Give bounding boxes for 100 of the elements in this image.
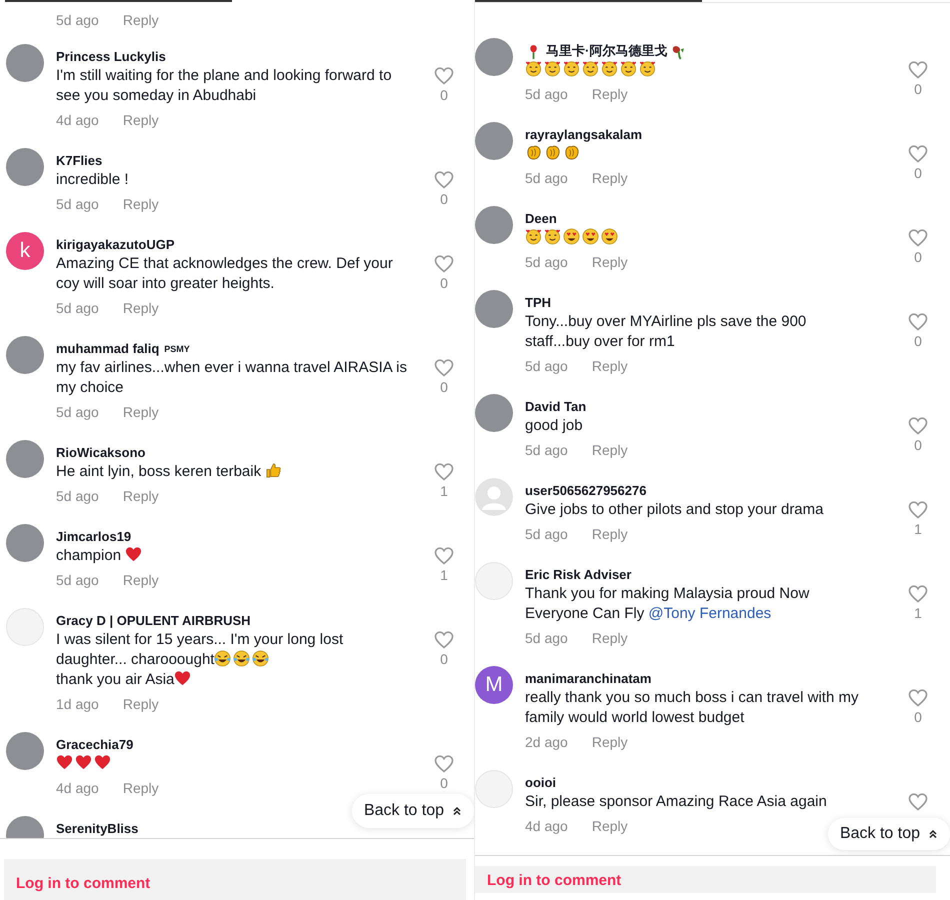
like-heart-icon[interactable] xyxy=(434,462,454,482)
username[interactable]: RioWicaksono xyxy=(56,444,146,462)
heart-icon xyxy=(56,754,73,771)
username[interactable]: Deen xyxy=(525,210,557,228)
photo-placeholder[interactable] xyxy=(475,122,513,160)
username[interactable]: SerenityBliss xyxy=(56,820,138,838)
like-heart-icon[interactable] xyxy=(908,688,928,708)
mention-link[interactable]: @Tony Fernandes xyxy=(648,605,772,622)
username[interactable]: rayraylangsakalam xyxy=(525,126,642,144)
username[interactable]: kirigayakazutoUGP xyxy=(56,236,174,254)
photo-placeholder[interactable] xyxy=(475,290,513,328)
reply-link[interactable]: Reply xyxy=(592,356,628,376)
comment-text: I was silent for 15 years... I'm your long lost daughter... charooought thank you air Asia xyxy=(56,630,344,690)
comment-text: good job xyxy=(525,416,584,436)
photo-placeholder[interactable] xyxy=(475,394,513,432)
like-heart-icon[interactable] xyxy=(908,144,928,164)
comment-text: Sir, please sponsor Amazing Race Asia again xyxy=(525,792,828,812)
reply-link[interactable]: Reply xyxy=(592,440,628,460)
like-heart-icon[interactable] xyxy=(434,546,454,566)
username[interactable]: muhammad faliq xyxy=(56,340,160,358)
comment-text: Thank you for making Malaysia proud Now Everyone Can Fly @Tony Fernandes xyxy=(525,584,810,624)
username[interactable]: Gracy D | OPULENT AIRBRUSH xyxy=(56,612,251,630)
username[interactable]: TPH xyxy=(525,294,551,312)
reply-link[interactable]: Reply xyxy=(592,628,628,648)
photo-placeholder[interactable] xyxy=(6,440,44,478)
reply-link[interactable]: Reply xyxy=(592,84,628,104)
laughing-face-icon xyxy=(233,650,250,667)
like-count: 0 xyxy=(440,274,448,292)
like-count: 0 xyxy=(440,378,448,396)
heart-eyes-face-icon xyxy=(601,228,618,245)
login-to-comment-bar[interactable]: Log in to comment xyxy=(475,866,936,893)
like-heart-icon[interactable] xyxy=(908,500,928,520)
photo-placeholder[interactable] xyxy=(475,38,513,76)
like-heart-icon[interactable] xyxy=(434,358,454,378)
username[interactable]: Gracechia79 xyxy=(56,736,134,754)
like-heart-icon[interactable] xyxy=(434,630,454,650)
like-heart-icon[interactable] xyxy=(434,254,454,274)
comment-text: really thank you so much boss i can travel with my family would world lowest budget xyxy=(525,688,860,728)
photo-placeholder[interactable] xyxy=(6,524,44,562)
letter-avatar[interactable]: M xyxy=(475,666,513,704)
comment-text: I'm still waiting for the plane and looking forward to see you someday in Abudhabi xyxy=(56,66,393,106)
photo-placeholder[interactable] xyxy=(6,732,44,770)
back-to-top-button[interactable]: Back to top xyxy=(352,794,474,828)
like-count: 0 xyxy=(440,774,448,792)
comment-time: 5d ago xyxy=(56,10,99,30)
username[interactable]: manimaranchinatam xyxy=(525,670,652,688)
reply-link[interactable]: Reply xyxy=(122,570,159,590)
like-heart-icon[interactable] xyxy=(908,312,928,332)
comment-time: 5d ago xyxy=(56,402,99,422)
username[interactable]: David Tan xyxy=(525,398,586,416)
smiling-face-with-hearts-icon xyxy=(563,60,580,77)
heart-icon xyxy=(125,546,142,563)
like-heart-icon[interactable] xyxy=(908,792,928,812)
like-heart-icon[interactable] xyxy=(908,584,928,604)
username[interactable]: Jimcarlos19 xyxy=(56,528,132,546)
photo-placeholder[interactable] xyxy=(6,336,44,374)
heart-icon xyxy=(174,670,192,687)
double-caret-up-icon xyxy=(452,806,462,816)
username[interactable]: 马里卡·阿尔马德里戈 xyxy=(546,42,668,60)
username[interactable]: user5065627956276 xyxy=(525,482,646,500)
letter-avatar[interactable]: k xyxy=(6,232,44,270)
reply-link[interactable]: Reply xyxy=(592,732,628,752)
reply-link[interactable]: Reply xyxy=(122,298,159,318)
reply-link[interactable]: Reply xyxy=(592,524,628,544)
heart-icon xyxy=(94,754,111,771)
like-heart-icon[interactable] xyxy=(908,228,928,248)
photo-placeholder[interactable] xyxy=(6,44,44,82)
back-to-top-button[interactable]: Back to top xyxy=(828,818,950,850)
like-heart-icon[interactable] xyxy=(434,754,454,774)
comment-time: 5d ago xyxy=(525,85,568,104)
comment-text: Amazing CE that acknowledges the crew. Def your coy will soar into greater heights. xyxy=(56,254,394,294)
login-to-comment-bar[interactable]: Log in to comment xyxy=(4,859,466,900)
reply-link[interactable]: Reply xyxy=(122,110,159,130)
reply-link[interactable]: Reply xyxy=(122,486,159,506)
comment-time: 5d ago xyxy=(525,629,568,648)
reply-link[interactable]: Reply xyxy=(592,816,628,836)
clapping-hands-icon xyxy=(544,144,561,161)
like-heart-icon[interactable] xyxy=(434,170,454,190)
username[interactable]: Eric Risk Adviser xyxy=(525,566,632,584)
like-heart-icon[interactable] xyxy=(908,416,928,436)
username[interactable]: ooioi xyxy=(525,774,556,792)
reply-link[interactable]: Reply xyxy=(122,10,159,30)
like-heart-icon[interactable] xyxy=(908,60,928,80)
reply-link[interactable]: Reply xyxy=(122,694,159,714)
like-count: 0 xyxy=(440,86,448,104)
smiling-face-with-hearts-icon xyxy=(544,228,561,245)
username[interactable]: Princess Luckylis xyxy=(56,48,166,66)
like-count: 0 xyxy=(914,708,922,726)
like-count: 0 xyxy=(440,650,448,668)
reply-link[interactable]: Reply xyxy=(592,168,628,188)
reply-link[interactable]: Reply xyxy=(592,252,628,272)
username[interactable]: K7Flies xyxy=(56,152,102,170)
reply-link[interactable]: Reply xyxy=(122,402,159,422)
like-heart-icon[interactable] xyxy=(434,66,454,86)
reply-link[interactable]: Reply xyxy=(122,778,159,798)
reply-link[interactable]: Reply xyxy=(122,194,159,214)
photo-placeholder[interactable] xyxy=(6,148,44,186)
photo-placeholder[interactable] xyxy=(475,206,513,244)
like-count: 1 xyxy=(914,520,922,538)
smiling-face-with-hearts-icon xyxy=(601,60,618,77)
